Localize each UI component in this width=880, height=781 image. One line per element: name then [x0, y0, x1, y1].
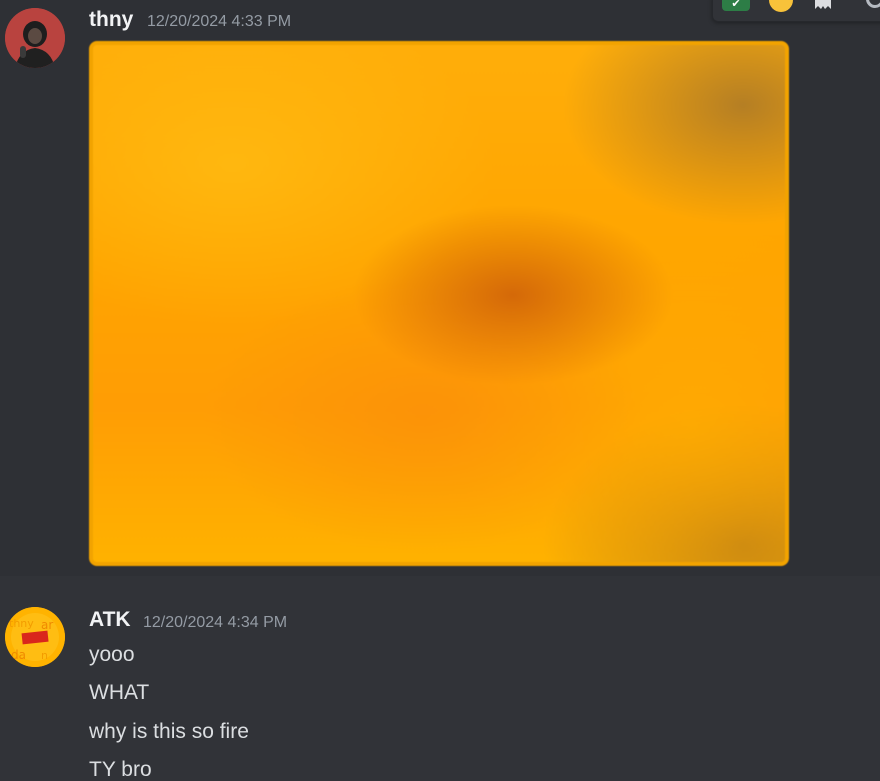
avatar[interactable]: thny ar da n — [5, 607, 65, 667]
svg-text:ar: ar — [41, 618, 53, 632]
message-text: yooo — [89, 643, 135, 666]
ghost-reaction-icon[interactable] — [809, 0, 837, 15]
message-text: WHAT — [89, 681, 150, 704]
emoji-reaction-icon[interactable] — [767, 0, 795, 15]
message-action-bar: ✔ — [712, 0, 880, 22]
message-atk[interactable] — [0, 576, 880, 781]
timestamp: 12/20/2024 4:34 PM — [143, 614, 288, 631]
username[interactable]: thny — [89, 8, 133, 32]
avatar[interactable] — [5, 8, 65, 68]
timestamp: 12/20/2024 4:33 PM — [147, 13, 292, 30]
check-icon[interactable]: ✔ — [722, 0, 750, 11]
svg-text:thny: thny — [9, 617, 34, 630]
message-text: why is this so fire — [89, 720, 249, 743]
svg-text:n: n — [41, 649, 48, 662]
chat-view: ✔ thny 12/20/2024 4:33 PM thny ar da n A… — [0, 0, 880, 781]
message-text: TY bro — [89, 758, 152, 781]
message-thny[interactable]: ✔ thny 12/20/2024 4:33 PM — [0, 0, 880, 576]
more-icon[interactable] — [861, 0, 880, 15]
username[interactable]: ATK — [89, 608, 131, 632]
image-attachment[interactable] — [89, 41, 789, 566]
